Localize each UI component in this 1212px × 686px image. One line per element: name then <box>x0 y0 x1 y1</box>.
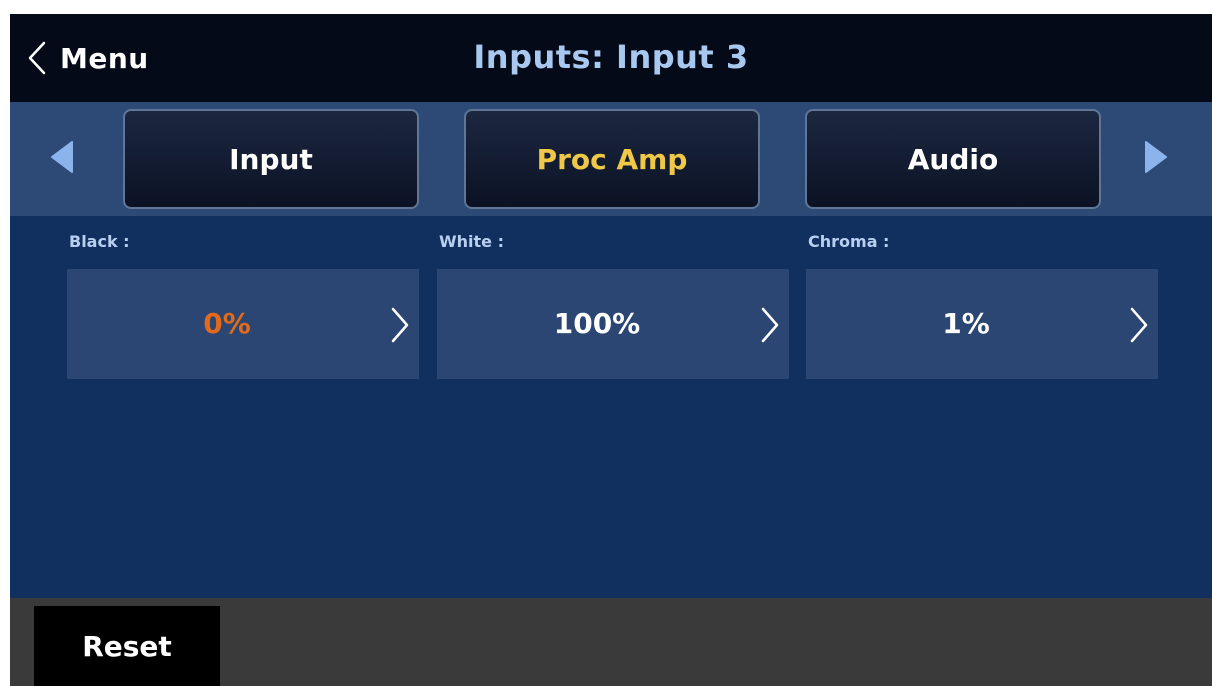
tab-bar: Input Proc Amp Audio <box>10 102 1212 216</box>
black-value: 0% <box>203 307 251 340</box>
tab-prev-button[interactable] <box>42 137 82 181</box>
chevron-right-icon <box>1130 307 1148 347</box>
page-title: Inputs: Input 3 <box>473 38 749 76</box>
reset-button[interactable]: Reset <box>34 606 220 686</box>
footer-bar: Reset <box>10 598 1212 686</box>
header-bar: Menu Inputs: Input 3 <box>10 14 1212 102</box>
chevron-right-icon <box>391 307 409 347</box>
triangle-left-icon <box>50 141 74 177</box>
black-value-button[interactable]: 0% <box>67 269 419 379</box>
tab-next-button[interactable] <box>1136 137 1176 181</box>
white-value: 100% <box>553 307 641 340</box>
white-label: White : <box>439 232 504 251</box>
white-value-button[interactable]: 100% <box>437 269 789 379</box>
triangle-right-icon <box>1144 141 1168 177</box>
screen: Menu Inputs: Input 3 Input Proc Amp Audi… <box>10 14 1212 686</box>
chroma-label: Chroma : <box>808 232 890 251</box>
tab-input[interactable]: Input <box>123 109 419 209</box>
chroma-value: 1% <box>942 307 990 340</box>
chroma-value-button[interactable]: 1% <box>806 269 1158 379</box>
tab-proc-amp[interactable]: Proc Amp <box>464 109 760 209</box>
chevron-right-icon <box>761 307 779 347</box>
tab-audio[interactable]: Audio <box>805 109 1101 209</box>
black-label: Black : <box>69 232 130 251</box>
